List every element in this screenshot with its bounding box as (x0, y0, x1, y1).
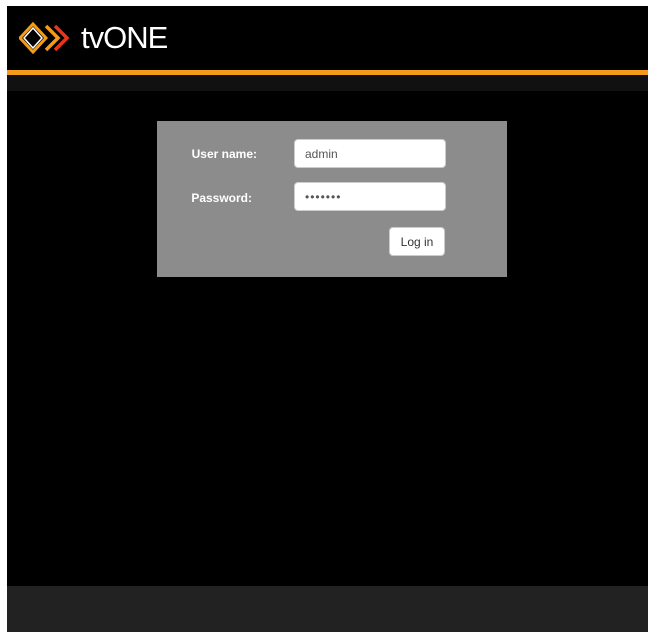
username-label: User name: (191, 147, 257, 161)
app-window: tvONE User name: Password: Log in (7, 6, 648, 632)
tvone-logo: tvONE (19, 18, 168, 58)
logo-text: tvONE (81, 20, 168, 55)
header-sub-bar (7, 75, 648, 91)
password-input[interactable] (294, 182, 446, 211)
login-panel: User name: Password: Log in (157, 121, 507, 277)
footer (7, 586, 648, 632)
username-input[interactable] (294, 139, 446, 168)
tvone-chevron-logo-icon (19, 22, 70, 54)
password-label: Password: (191, 191, 252, 205)
header: tvONE (7, 6, 648, 70)
login-button[interactable]: Log in (389, 227, 445, 256)
